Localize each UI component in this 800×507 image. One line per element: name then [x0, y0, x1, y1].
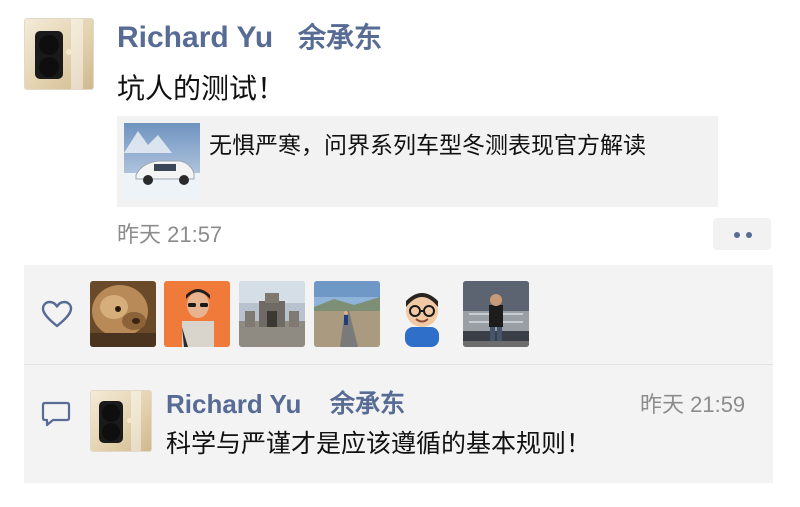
comment-time: 昨天 21:59	[640, 392, 746, 417]
shared-link-card[interactable]: 无惧严寒，问界系列车型冬测表现官方解读	[117, 116, 718, 207]
commenter-avatar[interactable]	[90, 390, 152, 452]
camera-flash	[127, 418, 132, 423]
liker-avatar-alpaca[interactable]	[90, 281, 156, 347]
man-sunglasses-image	[164, 281, 230, 347]
camera-lens-top	[102, 404, 120, 422]
link-title: 无惧严寒，问界系列车型冬测表现官方解读	[209, 133, 646, 159]
author-name-cn[interactable]: 余承东	[298, 18, 382, 58]
comment-author-name[interactable]: Richard Yu	[166, 386, 301, 422]
author-avatar[interactable]	[24, 18, 94, 90]
post-text: 坑人的测试！	[117, 72, 286, 105]
liker-avatar-road-landscape[interactable]	[314, 281, 380, 347]
avatar-highlight	[131, 391, 141, 451]
camera-lens-bottom	[39, 57, 59, 77]
liker-avatar-man-sunglasses[interactable]	[164, 281, 230, 347]
liker-avatar-stone-ruins[interactable]	[239, 281, 305, 347]
comment-text: 科学与严谨才是应该遵循的基本规则！	[166, 429, 592, 458]
camera-flash	[66, 49, 72, 55]
memoji-glasses-image	[405, 293, 439, 347]
author-name[interactable]: Richard Yu	[117, 18, 273, 58]
panel-divider	[24, 364, 773, 365]
avatar-highlight	[71, 19, 83, 89]
camera-lens-top	[39, 35, 59, 55]
more-actions-button[interactable]	[713, 218, 771, 250]
suv-in-snow-thumbnail	[124, 123, 200, 199]
post-time: 昨天 21:57	[117, 222, 223, 247]
liker-avatar-man-standing[interactable]	[463, 281, 529, 347]
camera-lens-bottom	[102, 423, 120, 441]
liker-avatar-memoji[interactable]	[389, 281, 455, 347]
thumbnail-image	[124, 123, 200, 199]
road-landscape-image	[314, 281, 380, 347]
comment-author-name-cn[interactable]: 余承东	[330, 386, 405, 422]
heart-icon	[41, 300, 73, 328]
man-standing-image	[463, 281, 529, 347]
stone-ruins-image	[239, 281, 305, 347]
alpaca-image	[90, 281, 156, 347]
comment-icon	[41, 401, 71, 427]
